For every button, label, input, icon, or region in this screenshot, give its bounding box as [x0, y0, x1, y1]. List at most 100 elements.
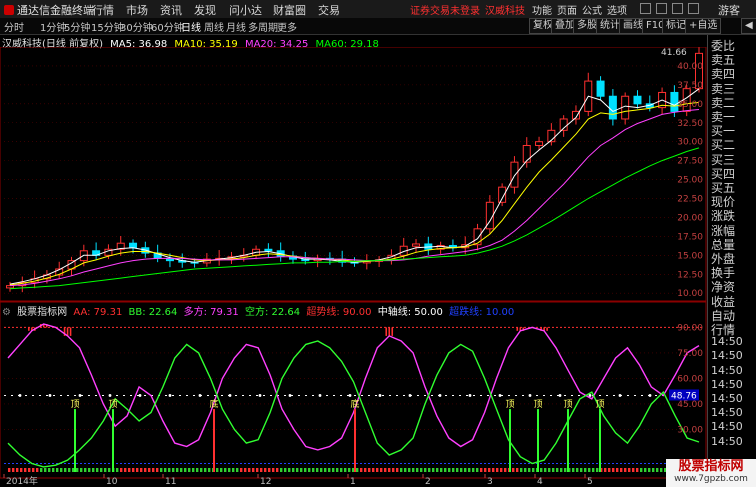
bottom-strip-bar — [132, 468, 135, 472]
candle-body — [596, 80, 605, 97]
bottom-strip-bar — [48, 468, 51, 472]
period-multi[interactable]: 多周期 — [248, 19, 278, 34]
bottom-strip-bar — [84, 468, 87, 472]
midline-dot — [198, 394, 202, 397]
candle-body — [6, 285, 14, 289]
bottom-strip-bar — [604, 468, 607, 472]
bottom-strip-bar — [660, 468, 663, 472]
bottom-strip-bar — [652, 468, 655, 472]
restore-icon[interactable] — [656, 3, 667, 14]
bottom-strip-bar — [404, 468, 407, 472]
side-item[interactable]: 14:50 — [711, 364, 743, 377]
menu-quotes[interactable]: 行情 — [92, 2, 114, 18]
bottom-strip-bar — [196, 468, 199, 472]
bottom-strip-bar — [428, 468, 431, 472]
bottom-strip-bar — [248, 468, 251, 472]
period-monthly[interactable]: 月线 — [226, 19, 246, 34]
candle-body — [535, 141, 544, 146]
chart-area[interactable]: 顶 顶 底 底 顶 顶 顶 顶 10.00 12.50 15.00 17.50 20.00 22.50 2… — [0, 47, 707, 487]
guest-user[interactable]: 游客 — [718, 2, 740, 18]
menu-function[interactable]: 功能 — [532, 2, 552, 17]
bottom-strip-bar — [592, 468, 595, 472]
side-item[interactable]: 14:50 — [711, 378, 743, 391]
signal-label: 顶 — [70, 399, 79, 410]
period-more[interactable]: 更多 — [277, 19, 297, 34]
price-tick-label: 25.00 — [677, 176, 703, 186]
bottom-strip-bar — [432, 468, 435, 472]
bottom-strip-bar — [584, 468, 587, 472]
bottom-strip-bar — [512, 468, 515, 472]
collapse-icon[interactable]: ◀ — [741, 18, 756, 34]
bottom-strip-bar — [492, 468, 495, 472]
bottom-strip-bar — [232, 468, 235, 472]
bottom-strip-bar — [324, 468, 327, 472]
bottom-strip-bar — [272, 468, 275, 472]
period-intraday[interactable]: 分时 — [4, 19, 24, 34]
bottom-strip-bar — [24, 468, 27, 472]
bottom-strip-bar — [516, 468, 519, 472]
side-item[interactable]: 14:50 — [711, 420, 743, 433]
bottom-strip-bar — [216, 468, 219, 472]
bottom-strip-bar — [472, 468, 475, 472]
menu-options[interactable]: 选项 — [607, 2, 627, 17]
midline-dot — [108, 394, 112, 397]
period-60min[interactable]: 60分钟 — [151, 19, 184, 34]
bottom-strip-bar — [188, 468, 191, 472]
side-item[interactable]: 14:50 — [711, 406, 743, 419]
menu-bar: 通达信金融终端 行情 市场 资讯 发现 问小达 财富圈 交易 证券交易未登录 汉… — [0, 0, 756, 19]
x-tick-label: 2 — [425, 477, 431, 487]
bottom-strip-bar — [108, 468, 111, 472]
bottom-strip-bar — [256, 468, 259, 472]
side-item[interactable]: 14:50 — [711, 335, 743, 348]
candle-body — [633, 95, 642, 105]
bottom-strip-bar — [360, 468, 363, 472]
price-tick-label: 37.50 — [677, 81, 703, 91]
menu-market[interactable]: 市场 — [126, 2, 148, 18]
period-1min[interactable]: 1分钟 — [40, 19, 66, 34]
close-icon[interactable] — [688, 3, 699, 14]
candle-body — [412, 243, 421, 247]
app-logo-icon — [4, 5, 14, 15]
menu-news[interactable]: 资讯 — [160, 2, 182, 18]
period-5min[interactable]: 5分钟 — [64, 19, 90, 34]
maximize-icon[interactable] — [672, 3, 683, 14]
bottom-strip-bar — [528, 468, 531, 472]
bottom-strip-bar — [64, 468, 67, 472]
bottom-strip-bar — [640, 468, 643, 472]
minimize-icon[interactable] — [640, 3, 651, 14]
bottom-strip-bar — [56, 468, 59, 472]
bottom-strip-bar — [480, 468, 483, 472]
login-status[interactable]: 证券交易未登录 — [410, 2, 480, 17]
x-tick-label: 12 — [260, 477, 271, 487]
bottom-strip-bar — [236, 468, 239, 472]
midline-dot — [558, 394, 562, 397]
bottom-strip-bar — [192, 468, 195, 472]
price-tick-label: 17.50 — [677, 232, 703, 242]
period-daily[interactable]: 日线 — [181, 19, 201, 34]
menu-formula[interactable]: 公式 — [582, 2, 602, 17]
menu-trade[interactable]: 交易 — [318, 2, 340, 18]
period-30min[interactable]: 30分钟 — [120, 19, 153, 34]
bottom-strip-bar — [412, 468, 415, 472]
bottom-strip-bar — [260, 468, 263, 472]
period-15min[interactable]: 15分钟 — [91, 19, 124, 34]
signal-label: 底 — [350, 398, 359, 410]
bottom-strip-bar — [408, 468, 411, 472]
menu-page[interactable]: 页面 — [557, 2, 577, 17]
menu-discover[interactable]: 发现 — [194, 2, 216, 18]
menu-ask[interactable]: 问小达 — [229, 2, 262, 18]
menu-wealth[interactable]: 财富圈 — [273, 2, 306, 18]
side-item[interactable]: 14:50 — [711, 435, 743, 448]
bottom-strip-bar — [540, 468, 543, 472]
period-weekly[interactable]: 周线 — [204, 19, 224, 34]
side-item[interactable]: 14:50 — [711, 392, 743, 405]
candle-body — [264, 248, 273, 252]
bottom-strip-bar — [460, 468, 463, 472]
side-item[interactable]: 14:50 — [711, 349, 743, 362]
add-favorite-button[interactable]: +自选 — [685, 18, 722, 34]
ma-line-ma60 — [9, 147, 700, 290]
bottom-strip-bar — [244, 468, 247, 472]
x-tick-label: 11 — [165, 477, 176, 487]
signal-label: 顶 — [563, 399, 572, 410]
bottom-strip-bar — [560, 468, 563, 472]
